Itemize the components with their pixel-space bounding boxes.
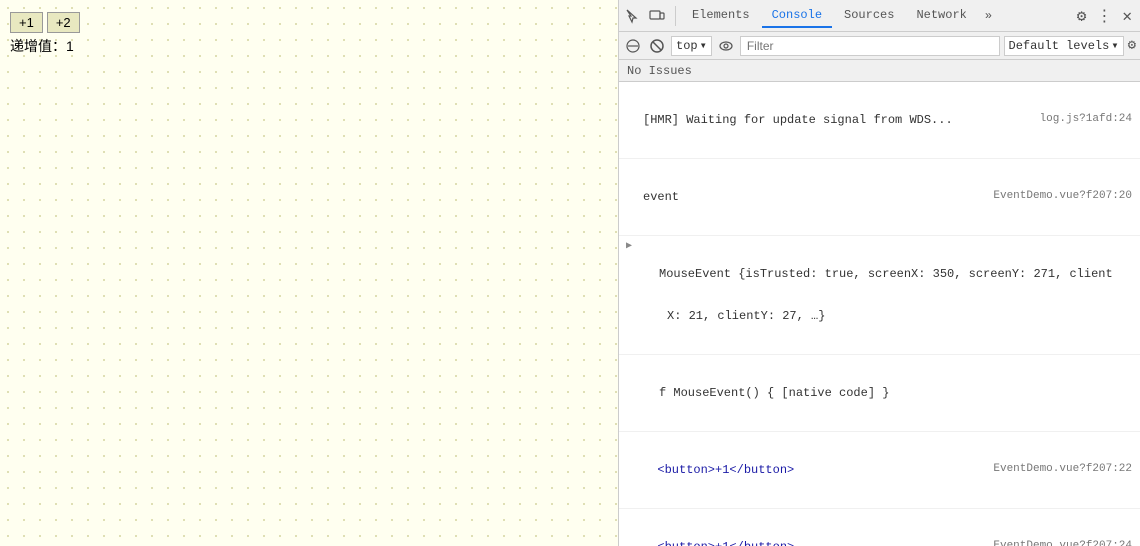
console-text: event EventDemo.vue?f207:20 — [639, 161, 1140, 233]
line-gutter — [619, 84, 639, 86]
devtools-top-icons — [623, 6, 676, 26]
console-line: <button>+1</button> EventDemo.vue?f207:2… — [619, 432, 1140, 509]
console-text: f MouseEvent() { [native code] } — [639, 357, 1140, 429]
console-line: [HMR] Waiting for update signal from WDS… — [619, 82, 1140, 159]
console-toolbar: top ▾ Default levels ▾ ⚙ — [619, 32, 1140, 60]
device-toolbar-icon[interactable] — [647, 6, 667, 26]
increment-1-button[interactable]: +1 — [10, 12, 43, 33]
devtools-tabbar: Elements Console Sources Network » ⚙ ⋮ ✕ — [619, 0, 1140, 32]
filter-input[interactable] — [740, 36, 1000, 56]
more-options-icon[interactable]: ⋮ — [1092, 2, 1116, 30]
counter-label: 递增值：1 — [10, 36, 74, 56]
console-line: f MouseEvent() { [native code] } — [619, 355, 1140, 432]
console-clear-icon[interactable] — [623, 36, 643, 56]
line-gutter: ▶ — [619, 238, 639, 252]
button-row: +1 +2 — [10, 12, 80, 33]
settings-gear-icon[interactable]: ⚙ — [1073, 2, 1091, 30]
tab-sources[interactable]: Sources — [834, 4, 904, 28]
expand-arrow-icon[interactable]: ▶ — [626, 240, 632, 252]
tab-network[interactable]: Network — [906, 4, 976, 28]
console-text: <button>+1</button> EventDemo.vue?f207:2… — [639, 511, 1140, 546]
console-settings-icon[interactable]: ⚙ — [1128, 37, 1136, 54]
eye-icon[interactable] — [716, 36, 736, 56]
browser-content-panel: +1 +2 递增值：1 — [0, 0, 618, 546]
log-levels-selector[interactable]: Default levels ▾ — [1004, 36, 1124, 56]
line-gutter — [619, 511, 639, 513]
console-text: MouseEvent {isTrusted: true, screenX: 35… — [639, 238, 1140, 352]
context-selector[interactable]: top ▾ — [671, 36, 712, 56]
inspect-element-icon[interactable] — [623, 6, 643, 26]
no-issues-label: No Issues — [627, 64, 692, 78]
console-line: <button>+1</button> EventDemo.vue?f207:2… — [619, 509, 1140, 546]
line-gutter — [619, 434, 639, 436]
console-output[interactable]: [HMR] Waiting for update signal from WDS… — [619, 82, 1140, 546]
line-gutter — [619, 357, 639, 359]
clear-console-icon[interactable] — [647, 36, 667, 56]
counter-value: 1 — [66, 38, 74, 54]
console-line: ▶ MouseEvent {isTrusted: true, screenX: … — [619, 236, 1140, 355]
tab-elements[interactable]: Elements — [682, 4, 760, 28]
close-devtools-icon[interactable]: ✕ — [1118, 2, 1136, 30]
no-issues-bar: No Issues — [619, 60, 1140, 82]
console-line: event EventDemo.vue?f207:20 — [619, 159, 1140, 236]
tab-console[interactable]: Console — [762, 4, 832, 28]
console-text: [HMR] Waiting for update signal from WDS… — [639, 84, 1140, 156]
increment-2-button[interactable]: +2 — [47, 12, 80, 33]
line-gutter — [619, 161, 639, 163]
devtools-panel: Elements Console Sources Network » ⚙ ⋮ ✕… — [618, 0, 1140, 546]
more-tabs-button[interactable]: » — [979, 5, 998, 27]
console-text: <button>+1</button> EventDemo.vue?f207:2… — [639, 434, 1140, 506]
